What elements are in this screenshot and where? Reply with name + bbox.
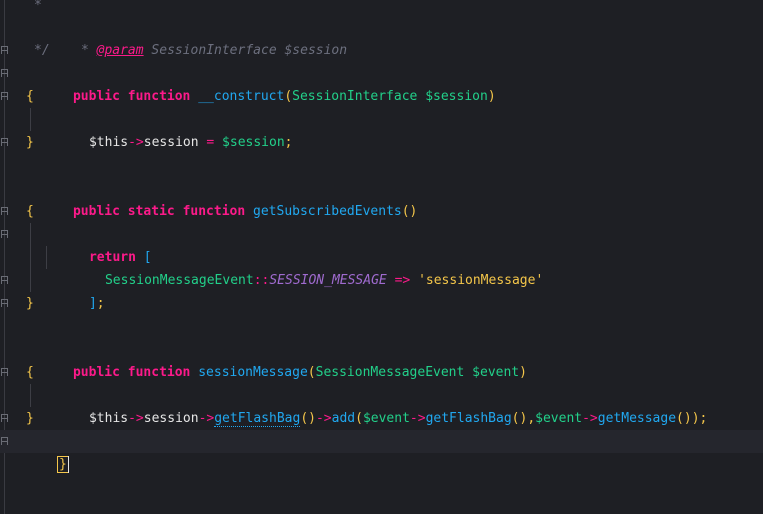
- brace-open: {: [26, 204, 34, 219]
- fold-icon[interactable]: [0, 91, 9, 102]
- fold-icon[interactable]: [0, 206, 9, 217]
- brace-close: }: [26, 411, 34, 426]
- code-line: SessionMessageEvent::SESSION_MESSAGE => …: [0, 246, 763, 288]
- brace-close: }: [26, 296, 34, 311]
- text-cursor: [67, 456, 69, 473]
- code-line: }: [0, 292, 763, 315]
- brace-open: {: [26, 365, 34, 380]
- code-line: }: [0, 131, 763, 154]
- code-line: public function __construct(SessionInter…: [0, 62, 763, 104]
- brace-open: {: [26, 89, 34, 104]
- comment-star: *: [34, 0, 42, 13]
- fold-icon[interactable]: [0, 68, 9, 79]
- code-line: {: [0, 361, 763, 384]
- fold-icon[interactable]: [0, 137, 9, 148]
- code-line: *: [0, 0, 763, 17]
- code-line: public function sessionMessage(SessionMe…: [0, 338, 763, 380]
- fold-icon[interactable]: [0, 45, 9, 56]
- fold-icon[interactable]: [0, 275, 9, 286]
- brace-close: }: [26, 135, 34, 150]
- code-line: {: [0, 200, 763, 223]
- code-line: $this->session->getFlashBag()->add($even…: [0, 384, 763, 427]
- fold-icon[interactable]: [0, 436, 9, 447]
- code-line: $this->session = $session;: [0, 108, 763, 150]
- code-line: {: [0, 85, 763, 108]
- fold-icon[interactable]: [0, 229, 9, 240]
- code-line: * @param SessionInterface $session: [0, 16, 763, 58]
- code-line: return [: [0, 223, 763, 265]
- comment-end: */: [34, 43, 50, 58]
- code-line: ];: [0, 269, 763, 311]
- current-code-line[interactable]: }: [0, 430, 763, 473]
- code-line: public static function getSubscribedEven…: [0, 177, 763, 219]
- fold-icon[interactable]: [0, 367, 9, 378]
- code-editor[interactable]: * * @param SessionInterface $session */ …: [0, 0, 763, 514]
- fold-icon[interactable]: [0, 298, 9, 309]
- fold-icon[interactable]: [0, 413, 9, 424]
- code-line: */: [0, 39, 763, 62]
- code-line: }: [0, 407, 763, 430]
